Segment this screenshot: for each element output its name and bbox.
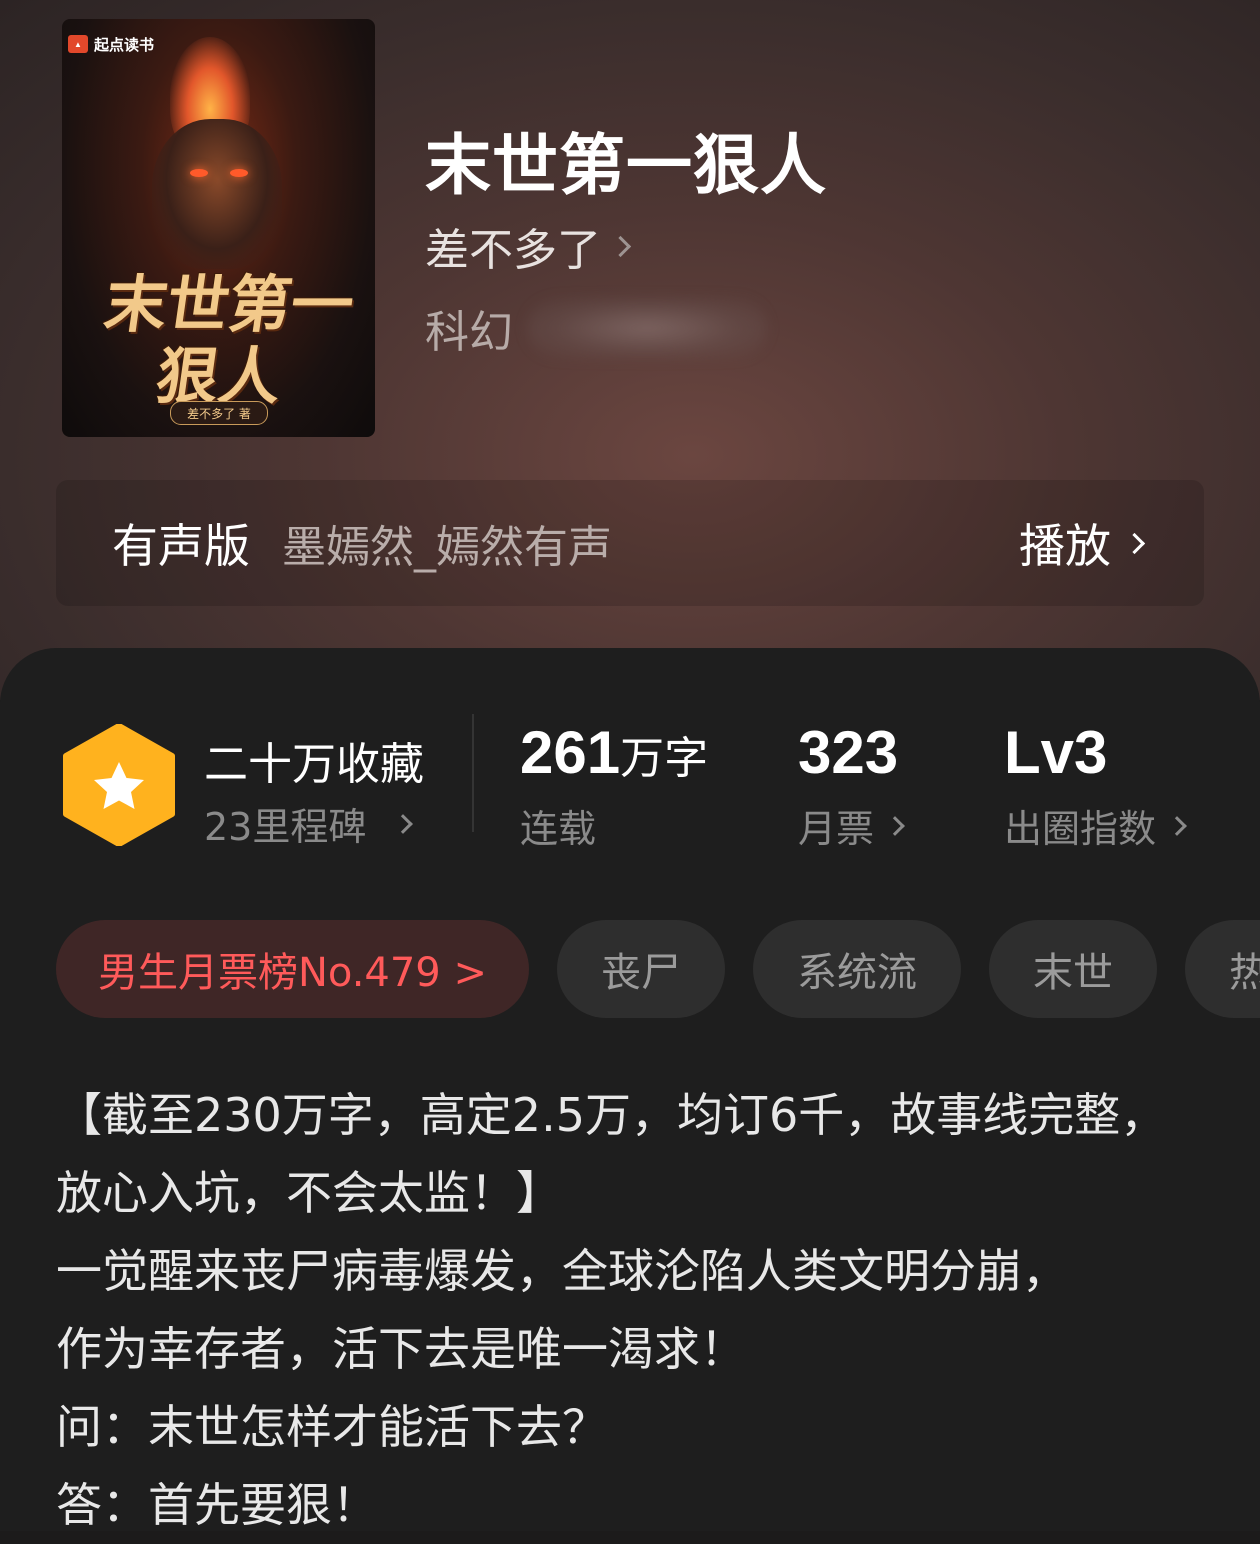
book-detail-panel: 二十万收藏 23里程碑 261万字 连载 323 月票 Lv3 出圈指数 男生月…: [0, 648, 1260, 1532]
stats-row: 二十万收藏 23里程碑 261万字 连载 323 月票 Lv3 出圈指数: [0, 648, 1260, 888]
book-description[interactable]: 【截至230万字，高定2.5万，均订6千，故事线完整， 放心入坑，不会太监！】 …: [56, 1076, 1216, 1544]
tag-apocalypse[interactable]: 末世: [988, 920, 1157, 1018]
stats-divider: [472, 714, 474, 832]
description-line: 答：首先要狠！: [56, 1478, 378, 1532]
book-title: 末世第一狠人: [425, 126, 827, 204]
level-label: 出圈指数: [1004, 807, 1157, 851]
tag-hot[interactable]: 热: [1184, 920, 1260, 1018]
book-meta: 科幻: [425, 296, 767, 360]
description-line: 【截至230万字，高定2.5万，均订6千，故事线完整，: [56, 1088, 1167, 1142]
milestones-label: 23里程碑: [204, 805, 367, 849]
description-line: 一觉醒来丧尸病毒爆发，全球沦陷人类文明分崩，: [56, 1244, 1068, 1298]
audio-label: 有声版: [112, 519, 250, 573]
publisher-badge: ▲ 起点读书: [68, 33, 154, 55]
demon-face-art: [152, 119, 282, 269]
level-value: Lv3: [1004, 719, 1108, 786]
serial-status-label: 连载: [520, 807, 597, 851]
star-badge-icon: [63, 724, 175, 846]
serial-status: 连载: [520, 798, 596, 853]
description-line: 放心入坑，不会太监！】: [56, 1166, 562, 1220]
book-header: ▲ 起点读书 末世第一狠人 差不多了 著 末世第一狠人 差不多了 科幻 有声版 …: [0, 0, 1260, 700]
collection-count: 二十万收藏: [204, 739, 424, 790]
word-count-value: 261: [520, 719, 621, 786]
author-name: 差不多了: [425, 225, 601, 276]
chevron-right-icon: [1167, 815, 1187, 836]
audio-version-bar[interactable]: 有声版 墨嫣然_嫣然有声 播放: [56, 480, 1204, 606]
publisher-badge-text: 起点读书: [94, 36, 155, 54]
play-button[interactable]: 播放: [1019, 510, 1146, 576]
monthly-ticket-label: 月票: [798, 807, 875, 851]
chevron-right-icon: [1123, 532, 1146, 554]
blurred-content: [527, 298, 767, 358]
qidian-logo-icon: ▲: [68, 35, 88, 53]
word-count: 261万字: [520, 718, 708, 787]
milestones-link[interactable]: 23里程碑: [204, 796, 414, 851]
tag-system[interactable]: 系统流: [752, 920, 961, 1018]
cover-title-art: 末世第一狠人: [99, 268, 359, 413]
chevron-right-icon: [393, 813, 414, 834]
description-line: 问：末世怎样才能活下去？: [56, 1400, 608, 1454]
audio-narrator: 墨嫣然_嫣然有声: [282, 522, 612, 573]
monthly-ticket-count: 323: [798, 719, 899, 786]
tag-row: 男生月票榜No.479 > 丧尸 系统流 末世 热: [56, 920, 1260, 1018]
tag-zombie[interactable]: 丧尸: [556, 920, 725, 1018]
chevron-right-icon: [609, 235, 632, 257]
cover-author-art: 差不多了 著: [170, 401, 268, 425]
chevron-right-icon: [885, 815, 905, 836]
book-cover[interactable]: ▲ 起点读书 末世第一狠人 差不多了 著: [62, 19, 375, 437]
word-count-unit: 万字: [620, 733, 709, 784]
author-link[interactable]: 差不多了: [425, 214, 632, 278]
rank-tag[interactable]: 男生月票榜No.479 >: [56, 920, 529, 1018]
play-label: 播放: [1019, 519, 1111, 573]
eye-art: [230, 169, 248, 177]
description-line: 作为幸存者，活下去是唯一渴求！: [56, 1322, 746, 1376]
level-link[interactable]: 出圈指数: [1004, 798, 1187, 853]
monthly-ticket-link[interactable]: 月票: [798, 798, 905, 853]
eye-art: [190, 169, 208, 177]
book-category: 科幻: [425, 307, 513, 358]
